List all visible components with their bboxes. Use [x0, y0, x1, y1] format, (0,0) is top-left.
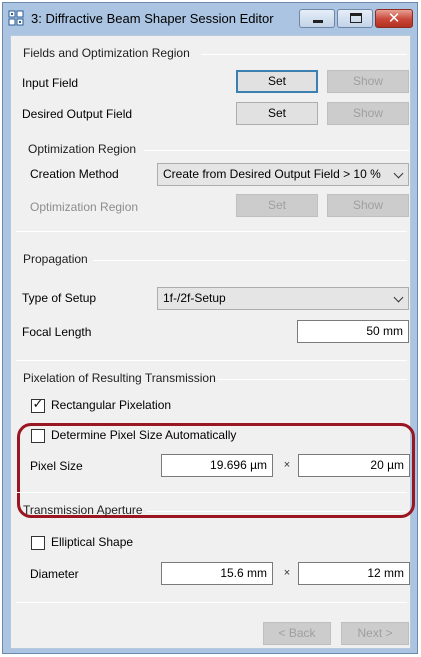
maximize-button[interactable]: [337, 9, 373, 28]
optimization-region-set-button[interactable]: Set: [236, 194, 318, 217]
title-bar[interactable]: 3: Diffractive Beam Shaper Session Edito…: [3, 3, 417, 33]
optimization-region-show-button[interactable]: Show: [327, 194, 409, 217]
determine-pixel-size-label: Determine Pixel Size Automatically: [51, 428, 237, 442]
pixelation-title: Pixelation of Resulting Transmission: [23, 371, 216, 385]
section-divider: [144, 150, 409, 151]
times-separator: ×: [283, 567, 291, 579]
aperture-title: Transmission Aperture: [23, 503, 143, 517]
diameter-x-input[interactable]: 15.6 mm: [161, 562, 273, 585]
type-of-setup-dropdown[interactable]: 1f-/2f-Setup: [157, 287, 409, 310]
times-separator: ×: [283, 459, 291, 471]
input-field-label: Input Field: [22, 76, 79, 90]
section-divider: [217, 379, 407, 380]
focal-length-input[interactable]: 50 mm: [297, 320, 409, 343]
window-title: 3: Diffractive Beam Shaper Session Edito…: [31, 11, 274, 26]
pixel-size-y-input[interactable]: 20 µm: [298, 454, 410, 477]
maximize-icon: [350, 13, 362, 23]
fields-section-title: Fields and Optimization Region: [23, 46, 190, 60]
creation-method-value: Create from Desired Output Field > 10 %: [163, 167, 381, 181]
minimize-icon: [313, 20, 323, 23]
close-icon: ✕: [387, 9, 401, 27]
rectangular-pixelation-label: Rectangular Pixelation: [51, 398, 172, 412]
creation-method-dropdown[interactable]: Create from Desired Output Field > 10 %: [157, 163, 409, 186]
elliptical-shape-label: Elliptical Shape: [51, 535, 134, 549]
pixel-size-x-input[interactable]: 19.696 µm: [161, 454, 273, 477]
optimization-region-label: Optimization Region: [30, 200, 139, 214]
type-of-setup-label: Type of Setup: [22, 291, 97, 305]
minimize-button[interactable]: [299, 9, 335, 28]
section-divider: [93, 260, 407, 261]
section-divider: [16, 360, 407, 361]
section-divider: [16, 602, 407, 603]
chevron-down-icon: [393, 168, 404, 179]
optimization-region-group-title: Optimization Region: [28, 142, 137, 156]
checkmark-icon: ✓: [32, 397, 44, 412]
dialog-body: Fields and Optimization Region Input Fie…: [10, 35, 415, 649]
editor-window: 3: Diffractive Beam Shaper Session Edito…: [2, 2, 418, 654]
creation-method-label: Creation Method: [30, 167, 119, 181]
input-field-set-button[interactable]: Set: [236, 70, 318, 93]
section-divider: [16, 231, 407, 232]
grid-app-icon: [8, 10, 24, 26]
diameter-y-input[interactable]: 12 mm: [298, 562, 410, 585]
desired-output-field-label: Desired Output Field: [22, 107, 133, 121]
elliptical-shape-checkbox[interactable]: [31, 536, 45, 550]
close-button[interactable]: ✕: [375, 9, 413, 28]
next-button[interactable]: Next >: [341, 622, 409, 645]
desired-output-set-button[interactable]: Set: [236, 102, 318, 125]
section-divider: [147, 511, 407, 512]
type-of-setup-value: 1f-/2f-Setup: [163, 291, 226, 305]
section-divider: [201, 54, 407, 55]
focal-length-label: Focal Length: [22, 325, 92, 339]
rectangular-pixelation-checkbox[interactable]: ✓: [31, 397, 45, 413]
propagation-title: Propagation: [23, 252, 88, 266]
chevron-down-icon: [393, 292, 404, 303]
pixel-size-label: Pixel Size: [30, 459, 83, 473]
input-field-show-button[interactable]: Show: [327, 70, 409, 93]
desired-output-show-button[interactable]: Show: [327, 102, 409, 125]
diameter-label: Diameter: [30, 567, 79, 581]
back-button[interactable]: < Back: [263, 622, 331, 645]
determine-pixel-size-checkbox[interactable]: [31, 429, 45, 443]
section-divider: [16, 492, 407, 493]
